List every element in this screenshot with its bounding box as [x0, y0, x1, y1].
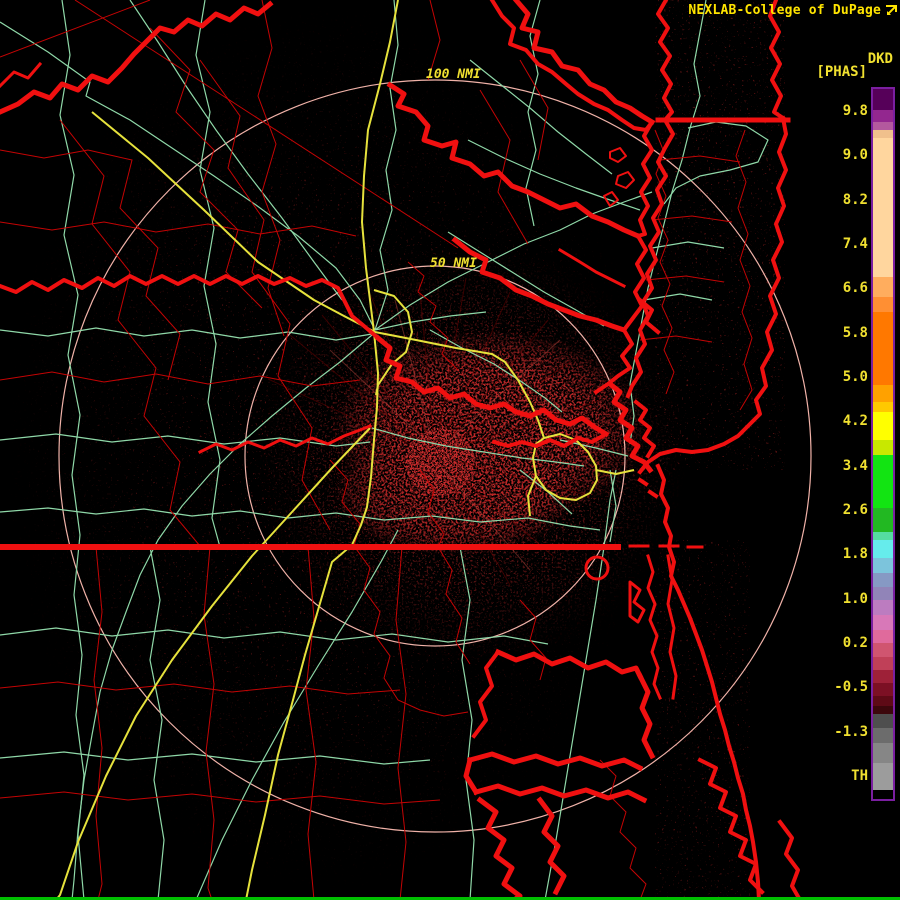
colorbar-segment: [873, 277, 893, 297]
colorbar-segment: [873, 532, 893, 540]
colorbar-segment: [873, 714, 893, 728]
colorbar-segment: [873, 440, 893, 455]
colorbar-segment: [873, 743, 893, 763]
colorbar-segment: [873, 508, 893, 532]
colorbar-segment: [873, 412, 893, 440]
colorbar-segment: [873, 122, 893, 130]
colorbar-segment: [873, 89, 893, 110]
colorbar-segment: [873, 643, 893, 657]
va-nc-line-dashes: [628, 544, 704, 549]
colorbar-segment: [873, 455, 893, 508]
colorbar-segment: [873, 138, 893, 277]
colorbar-segment: [873, 670, 893, 683]
product-code-label: DKD: [867, 51, 893, 67]
colorbar-segment: [873, 630, 893, 643]
colorbar-segment: [873, 540, 893, 558]
header-brand: NEXLAB-College of DuPage: [688, 3, 898, 18]
cod-nexlab-logo-icon: [884, 4, 898, 18]
colorbar-segment: [873, 657, 893, 670]
colorbar-segment: [873, 587, 893, 600]
radar-viewport: 100 NMI 50 NMI NEXLAB-College of DuPage …: [0, 0, 900, 900]
radar-echo-field: [0, 0, 785, 900]
colorbar-segment: [873, 312, 893, 385]
product-units-label: [PHAS]: [816, 64, 867, 80]
echo-bright-center: [406, 428, 474, 496]
colorbar-segment: [873, 683, 893, 696]
colorbar-segment: [873, 706, 893, 714]
colorbar-segment: [873, 696, 893, 706]
colorbar-segment: [873, 790, 893, 799]
brand-text: NEXLAB-College of DuPage: [688, 3, 881, 18]
colorbar-segment: [873, 297, 893, 312]
colorbar-segment: [873, 600, 893, 615]
colorbar-segment: [873, 130, 893, 138]
ring-label-50nmi: 50 NMI: [430, 256, 477, 271]
colorbar-segment: [873, 110, 893, 122]
colorbar-segment: [873, 402, 893, 412]
colorbar-segment: [873, 558, 893, 573]
colorbar-segment: [873, 728, 893, 743]
colorbar-segment: [873, 385, 893, 402]
colorbar-segment: [873, 763, 893, 790]
colorbar: [871, 87, 895, 801]
radar-map-canvas: 100 NMI 50 NMI: [0, 0, 812, 900]
colorbar-segment: [873, 615, 893, 630]
colorbar-segment: [873, 573, 893, 587]
ring-label-100nmi: 100 NMI: [426, 67, 481, 82]
